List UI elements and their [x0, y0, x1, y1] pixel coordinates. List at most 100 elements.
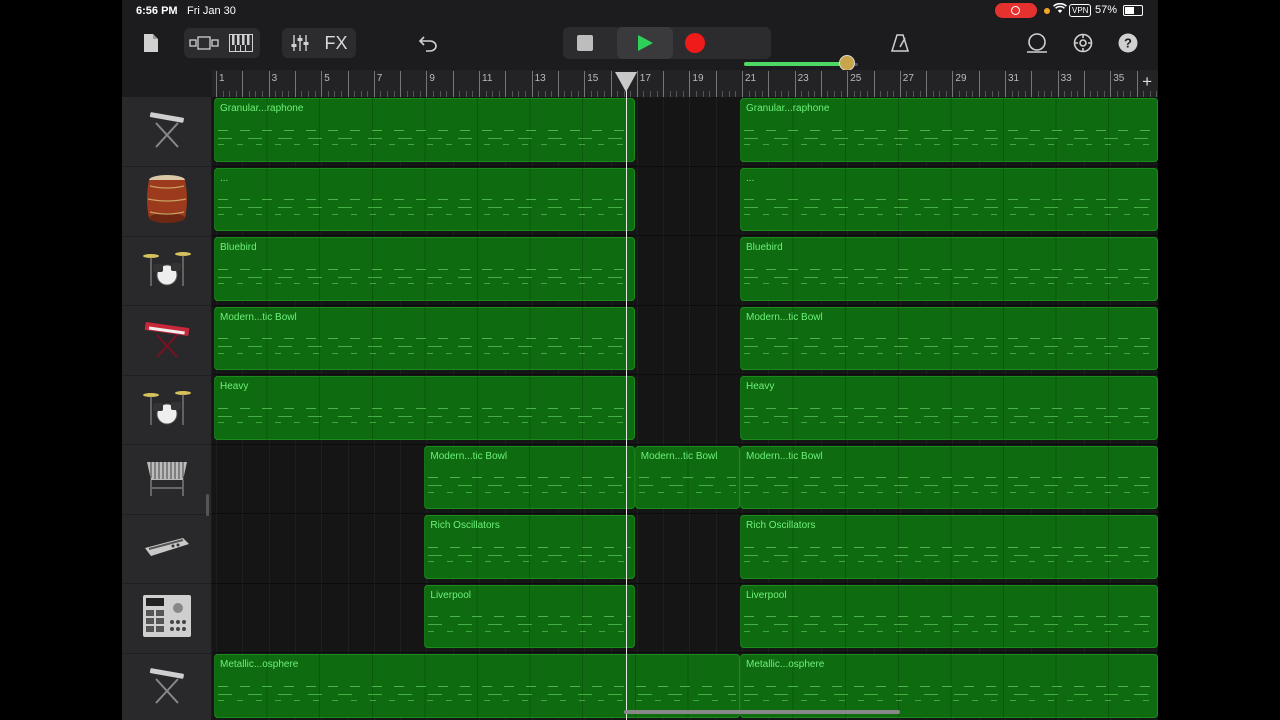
lane-separator	[212, 652, 1158, 653]
lane-separator	[212, 582, 1158, 584]
region-midi-notes	[744, 606, 1154, 640]
track-region[interactable]: Modern...tic Bowl	[424, 445, 635, 509]
region-midi-notes	[744, 259, 1154, 293]
track-region[interactable]: Liverpool	[740, 584, 1158, 648]
ruler-tick	[1083, 71, 1085, 97]
drum-kit-icon	[142, 387, 192, 432]
ruler-tick	[294, 71, 296, 97]
region-midi-notes	[428, 467, 631, 501]
header-resize-handle[interactable]	[206, 494, 209, 516]
track-region[interactable]: Metallic...osphere	[740, 654, 1158, 718]
ruler-tick	[321, 71, 323, 97]
undo-button[interactable]	[416, 28, 440, 58]
stop-button[interactable]	[563, 27, 607, 59]
view-group	[184, 28, 260, 58]
region-midi-notes	[428, 537, 631, 571]
track-header[interactable]	[122, 584, 211, 654]
region-midi-notes	[744, 120, 1154, 154]
mix-group: FX	[282, 28, 356, 58]
track-header[interactable]	[122, 653, 211, 720]
track-region[interactable]: Granular...raphone	[740, 98, 1158, 162]
settings-button[interactable]	[1070, 28, 1096, 58]
keyboard-button[interactable]	[226, 28, 256, 58]
region-name: Metallic...osphere	[746, 659, 825, 670]
tracks-view-icon	[189, 36, 219, 50]
region-midi-notes	[744, 676, 1154, 710]
ruler-tick	[584, 71, 586, 97]
ruler-tick	[505, 71, 507, 97]
timeline-ruler[interactable]: 1 3 5 7 9 11 13 15 17 19 21 23 25 27 29 31 33 35 +	[212, 70, 1158, 98]
track-header[interactable]	[122, 514, 211, 584]
region-name: Granular...raphone	[220, 103, 304, 114]
bar-number: 3	[271, 73, 278, 84]
track-region[interactable]: Granular...raphone	[214, 98, 635, 162]
record-button[interactable]	[673, 27, 717, 59]
track-region[interactable]: Modern...tic Bowl	[634, 445, 740, 509]
bar-number: 1	[219, 73, 225, 84]
screen-recording-icon[interactable]	[995, 3, 1037, 18]
track-header[interactable]	[122, 236, 211, 306]
svg-text:?: ?	[1124, 36, 1132, 51]
bar-number: 17	[639, 73, 651, 84]
track-header[interactable]	[122, 97, 211, 167]
region-name: Granular...raphone	[746, 103, 830, 114]
add-section-button[interactable]: +	[1142, 72, 1152, 92]
ruler-tick	[689, 71, 691, 97]
track-region[interactable]: Rich Oscillators	[424, 515, 635, 579]
region-name: Modern...tic Bowl	[640, 450, 718, 462]
fx-button[interactable]: FX	[320, 28, 352, 58]
ruler-tick	[242, 71, 244, 97]
region-midi-notes	[218, 120, 631, 154]
track-region[interactable]: Modern...tic Bowl	[214, 306, 635, 370]
track-region[interactable]: Modern...tic Bowl	[740, 445, 1158, 509]
region-name: Liverpool	[746, 589, 787, 601]
track-region[interactable]: Heavy	[214, 376, 635, 440]
region-name: Heavy	[220, 381, 249, 392]
master-volume-fill	[744, 62, 847, 66]
track-region[interactable]: ...	[740, 167, 1158, 231]
my-songs-button[interactable]	[140, 28, 162, 58]
track-headers	[122, 97, 212, 720]
metronome-button[interactable]	[888, 28, 912, 58]
mixer-button[interactable]	[286, 28, 314, 58]
ruler-tick	[794, 71, 796, 97]
metronome-icon	[890, 34, 910, 52]
region-name: ...	[746, 172, 755, 184]
track-header[interactable]	[122, 306, 211, 376]
lane-separator	[212, 304, 1158, 306]
region-name: Liverpool	[430, 589, 471, 601]
loop-browser-button[interactable]	[1024, 28, 1050, 58]
track-region[interactable]: Bluebird	[740, 237, 1158, 301]
track-region[interactable]: Bluebird	[214, 237, 635, 301]
playhead-handle[interactable]	[615, 72, 638, 92]
track-region[interactable]: ...	[214, 167, 635, 231]
track-header[interactable]	[122, 375, 211, 445]
track-lanes[interactable]: Granular...raphone Granular...raphone....…	[212, 97, 1158, 720]
document-icon	[144, 34, 158, 52]
play-button[interactable]	[617, 27, 673, 59]
home-indicator	[624, 710, 900, 714]
privacy-indicator-icon	[1044, 8, 1050, 14]
region-name: ...	[220, 172, 229, 184]
track-region[interactable]: Heavy	[740, 376, 1158, 440]
vpn-badge: VPN	[1069, 4, 1092, 17]
region-name: Metallic...osphere	[220, 659, 299, 670]
ruler-tick	[1136, 71, 1138, 97]
play-icon	[637, 35, 653, 51]
lane-separator	[212, 513, 1158, 514]
track-region[interactable]: Rich Oscillators	[740, 515, 1158, 579]
bar-number: 9	[429, 73, 435, 84]
help-button[interactable]: ?	[1116, 28, 1140, 58]
track-region[interactable]: Modern...tic Bowl	[740, 306, 1158, 370]
tracks-view-button[interactable]	[188, 28, 220, 58]
track-header[interactable]	[122, 445, 211, 515]
track-region[interactable]: Metallic...osphere	[214, 654, 740, 718]
region-midi-notes	[218, 189, 631, 223]
master-volume-knob[interactable]	[838, 55, 855, 71]
ruler-tick	[1057, 71, 1059, 97]
region-name: Heavy	[746, 381, 775, 392]
track-header[interactable]	[122, 167, 211, 237]
synth-module-icon	[143, 534, 191, 563]
track-region[interactable]: Liverpool	[424, 584, 635, 648]
ruler-tick	[400, 71, 402, 97]
